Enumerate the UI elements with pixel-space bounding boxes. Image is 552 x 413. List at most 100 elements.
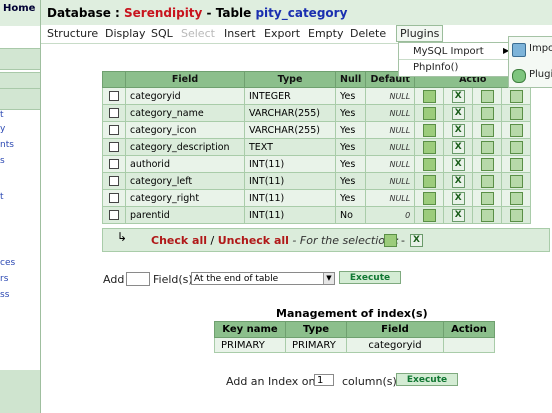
- action-cell: [472, 138, 503, 156]
- row-checkbox-cell: [102, 121, 126, 139]
- index-icon[interactable]: [509, 123, 523, 137]
- left-nav-link[interactable]: ces: [0, 258, 15, 268]
- action-cell: [414, 87, 445, 105]
- row-checkbox[interactable]: [109, 91, 119, 101]
- edit-icon[interactable]: [422, 123, 436, 137]
- field-type: VARCHAR(255): [244, 121, 336, 139]
- tab-select: Select: [181, 27, 215, 40]
- delete-icon[interactable]: X: [451, 140, 465, 154]
- edit-icon[interactable]: [422, 106, 436, 120]
- row-checkbox[interactable]: [109, 193, 119, 203]
- edit-icon[interactable]: [422, 174, 436, 188]
- submenu-item-plugins[interactable]: Plugi: [529, 69, 552, 80]
- index-type: PRIMARY: [285, 337, 347, 353]
- menu-item-mysql-import[interactable]: MySQL Import: [413, 46, 484, 57]
- index-icon[interactable]: [509, 208, 523, 222]
- action-cell: [472, 121, 503, 139]
- check-all-link[interactable]: Check all: [151, 234, 207, 247]
- action-cell: X: [443, 189, 474, 207]
- left-nav-link[interactable]: ss: [0, 290, 9, 300]
- delete-icon[interactable]: X: [451, 191, 465, 205]
- tab-empty[interactable]: Empty: [308, 27, 343, 40]
- row-checkbox[interactable]: [109, 125, 119, 135]
- header-checkbox-col: [102, 71, 126, 88]
- execute-add-field-button[interactable]: Execute: [339, 271, 401, 284]
- delete-icon[interactable]: X: [451, 174, 465, 188]
- delete-icon[interactable]: X: [451, 89, 465, 103]
- edit-icon[interactable]: [422, 191, 436, 205]
- left-nav-link[interactable]: rs: [0, 274, 8, 284]
- uncheck-all-link[interactable]: Uncheck all: [218, 234, 289, 247]
- index-icon[interactable]: [509, 140, 523, 154]
- edit-selected-icon[interactable]: [384, 234, 397, 247]
- row-checkbox[interactable]: [109, 176, 119, 186]
- primary-key-icon[interactable]: [480, 191, 494, 205]
- submenu-item-import[interactable]: Impo: [529, 43, 552, 54]
- primary-key-icon[interactable]: [480, 208, 494, 222]
- field-count-input[interactable]: [126, 272, 150, 286]
- left-nav-link[interactable]: y: [0, 124, 5, 134]
- edit-icon[interactable]: [422, 208, 436, 222]
- row-checkbox-cell: [102, 189, 126, 207]
- execute-add-index-button[interactable]: Execute: [396, 373, 458, 386]
- index-icon[interactable]: [509, 157, 523, 171]
- primary-key-icon[interactable]: [480, 89, 494, 103]
- delete-icon[interactable]: X: [451, 123, 465, 137]
- primary-key-icon[interactable]: [480, 123, 494, 137]
- row-checkbox[interactable]: [109, 108, 119, 118]
- action-cell: [414, 189, 445, 207]
- delete-selected-icon[interactable]: X: [410, 234, 423, 247]
- menu-item-phpinfo[interactable]: PhpInfo(): [413, 62, 458, 73]
- plugin-icon: [512, 69, 526, 83]
- delete-icon[interactable]: X: [451, 106, 465, 120]
- delete-icon[interactable]: X: [451, 157, 465, 171]
- tab-export[interactable]: Export: [264, 27, 300, 40]
- left-nav-link[interactable]: t: [0, 192, 4, 202]
- tab-delete[interactable]: Delete: [350, 27, 386, 40]
- edit-icon[interactable]: [422, 89, 436, 103]
- field-null: Yes: [334, 189, 367, 207]
- header-type: Type: [244, 71, 336, 88]
- index-icon[interactable]: [509, 191, 523, 205]
- tab-structure[interactable]: Structure: [47, 27, 98, 40]
- tab-sql[interactable]: SQL: [151, 27, 173, 40]
- index-column-count-input[interactable]: 1: [314, 374, 334, 386]
- primary-key-icon[interactable]: [480, 106, 494, 120]
- title-bar: Database : Serendipity - Table pity_cate…: [41, 0, 552, 27]
- index-header-field: Field: [346, 321, 444, 338]
- primary-key-icon[interactable]: [480, 157, 494, 171]
- table-row: authorid INT(11) Yes NULL X: [102, 155, 532, 173]
- row-checkbox[interactable]: [109, 210, 119, 220]
- action-cell: [501, 172, 532, 190]
- index-header-action: Action: [443, 321, 495, 338]
- field-default: NULL: [365, 172, 416, 190]
- edit-icon[interactable]: [422, 157, 436, 171]
- primary-key-icon[interactable]: [480, 174, 494, 188]
- index-icon[interactable]: [509, 89, 523, 103]
- field-type: INT(11): [244, 206, 336, 224]
- index-keyname: PRIMARY: [214, 337, 286, 353]
- tab-display[interactable]: Display: [105, 27, 146, 40]
- tab-plugins[interactable]: Plugins: [396, 25, 444, 42]
- left-nav-link[interactable]: t: [0, 110, 4, 120]
- table-link[interactable]: pity_category: [255, 6, 347, 20]
- left-nav-link[interactable]: s: [0, 156, 5, 166]
- index-icon[interactable]: [509, 174, 523, 188]
- fields-label: Field(s): [153, 273, 193, 286]
- index-icon[interactable]: [509, 106, 523, 120]
- columns-label: column(s): [342, 375, 397, 388]
- database-link[interactable]: Serendipity: [124, 6, 202, 20]
- action-cell: [472, 189, 503, 207]
- action-cell: [501, 206, 532, 224]
- field-null: Yes: [334, 121, 367, 139]
- primary-key-icon[interactable]: [480, 140, 494, 154]
- home-link[interactable]: Home: [0, 0, 40, 26]
- left-nav-link[interactable]: nts: [0, 140, 14, 150]
- field-position-select[interactable]: At the end of table ▼: [191, 272, 335, 285]
- tab-insert[interactable]: Insert: [224, 27, 256, 40]
- action-cell: [472, 206, 503, 224]
- delete-icon[interactable]: X: [451, 208, 465, 222]
- row-checkbox[interactable]: [109, 159, 119, 169]
- edit-icon[interactable]: [422, 140, 436, 154]
- row-checkbox[interactable]: [109, 142, 119, 152]
